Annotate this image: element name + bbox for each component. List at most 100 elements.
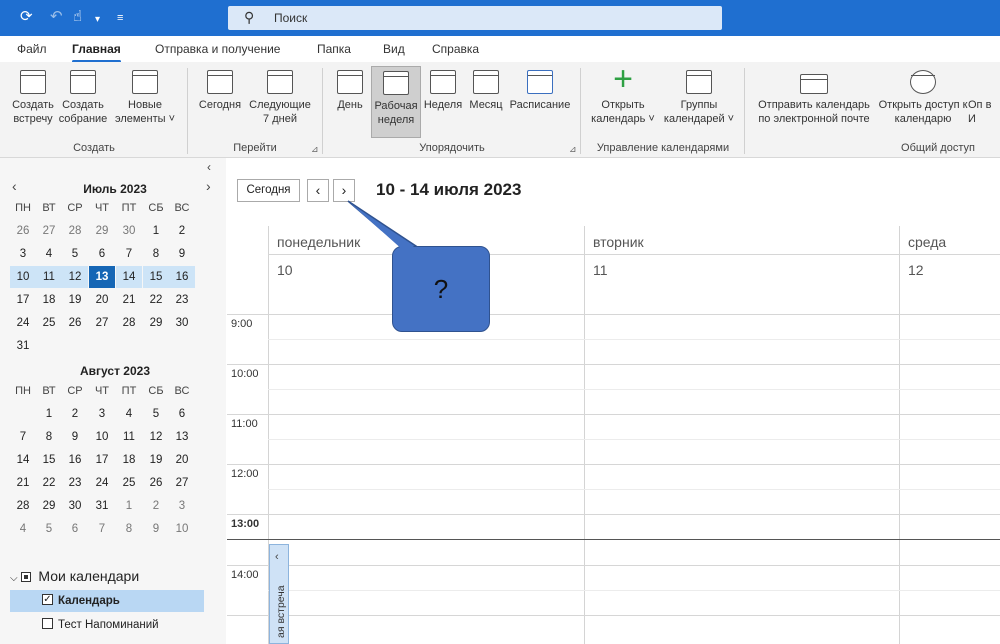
previous-week-button[interactable]: ‹ <box>307 179 329 202</box>
new-meeting-button[interactable]: Создать собрание <box>58 66 108 138</box>
calendar-date-cell[interactable]: 29 <box>89 220 115 242</box>
day-header-tuesday[interactable]: вторник 11 <box>584 226 899 314</box>
checkbox-icon[interactable] <box>42 618 53 630</box>
calendar-date-cell[interactable]: 25 <box>36 312 62 334</box>
tab-view[interactable]: Вид <box>383 42 405 56</box>
calendar-date-cell[interactable]: 30 <box>169 312 195 334</box>
calendar-date-cell[interactable]: 9 <box>143 518 169 540</box>
calendar-date-cell[interactable]: 31 <box>10 335 36 357</box>
calendar-date-cell[interactable]: 10 <box>10 266 36 288</box>
calendar-date-cell[interactable]: 23 <box>169 289 195 311</box>
dialog-launcher-icon[interactable]: ⊿ <box>311 144 319 155</box>
calendar-date-cell[interactable]: 29 <box>36 495 62 517</box>
calendar-date-cell[interactable]: 16 <box>62 449 88 471</box>
tab-help[interactable]: Справка <box>432 42 479 56</box>
customize-toolbar-icon[interactable]: ≡ <box>117 9 123 27</box>
view-day-button[interactable]: День <box>332 66 368 138</box>
calendar-date-cell[interactable]: 2 <box>62 403 88 425</box>
prev-month-icon[interactable]: ‹ <box>12 178 17 194</box>
calendar-date-cell[interactable]: 15 <box>143 266 169 288</box>
calendar-date-cell[interactable]: 3 <box>169 495 195 517</box>
calendar-date-cell[interactable]: 2 <box>169 220 195 242</box>
next-week-button[interactable]: › <box>333 179 355 202</box>
calendar-date-cell[interactable]: 19 <box>143 449 169 471</box>
calendar-date-cell[interactable]: 6 <box>89 243 115 265</box>
calendar-date-cell[interactable]: 11 <box>116 426 142 448</box>
publish-online-button[interactable]: Оп в И <box>968 66 998 138</box>
calendar-date-cell[interactable]: 6 <box>169 403 195 425</box>
checkbox-checked-icon[interactable]: ✓ <box>42 594 53 606</box>
tab-send-receive[interactable]: Отправка и получение <box>155 42 280 56</box>
calendar-date-cell[interactable]: 1 <box>143 220 169 242</box>
calendar-date-cell[interactable]: 28 <box>116 312 142 334</box>
calendar-date-cell[interactable]: 17 <box>10 289 36 311</box>
calendar-date-cell[interactable]: 26 <box>10 220 36 242</box>
calendar-date-cell[interactable]: 28 <box>62 220 88 242</box>
view-month-button[interactable]: Месяц <box>465 66 507 138</box>
chevron-down-icon[interactable]: ▾ <box>95 11 100 29</box>
calendar-date-cell[interactable]: 16 <box>169 266 195 288</box>
previous-appointment-tab[interactable]: ‹ ая встреча <box>269 544 289 644</box>
collapse-pane-icon[interactable]: ‹ <box>207 160 211 174</box>
calendar-date-cell[interactable]: 2 <box>143 495 169 517</box>
sync-icon[interactable]: ⟳ <box>20 8 33 26</box>
calendar-date-cell[interactable]: 18 <box>36 289 62 311</box>
calendar-date-cell[interactable]: 8 <box>143 243 169 265</box>
calendar-date-cell[interactable]: 30 <box>116 220 142 242</box>
touch-mode-icon[interactable]: ☝ <box>73 8 82 26</box>
calendar-date-cell[interactable]: 20 <box>89 289 115 311</box>
calendar-date-cell[interactable]: 23 <box>62 472 88 494</box>
search-input[interactable]: ⚲ Поиск <box>228 6 722 30</box>
calendar-date-cell[interactable]: 22 <box>143 289 169 311</box>
calendar-date-cell[interactable]: 3 <box>10 243 36 265</box>
calendar-date-cell[interactable]: 22 <box>36 472 62 494</box>
email-calendar-button[interactable]: Отправить календарь по электронной почте <box>752 66 876 138</box>
calendar-date-cell[interactable]: 9 <box>169 243 195 265</box>
calendar-date-cell[interactable]: 1 <box>36 403 62 425</box>
next-7-days-button[interactable]: Следующие 7 дней <box>246 66 314 138</box>
share-calendar-button[interactable]: Открыть доступ к календарю <box>878 66 968 138</box>
undo-icon[interactable]: ↶ <box>50 8 63 26</box>
view-schedule-button[interactable]: Расписание <box>507 66 573 138</box>
calendar-date-cell[interactable]: 8 <box>36 426 62 448</box>
calendar-date-cell[interactable]: 19 <box>62 289 88 311</box>
view-week-button[interactable]: Неделя <box>422 66 464 138</box>
calendar-date-cell[interactable]: 11 <box>36 266 62 288</box>
calendar-date-cell[interactable]: 29 <box>143 312 169 334</box>
calendar-date-cell[interactable]: 18 <box>116 449 142 471</box>
calendar-date-cell[interactable]: 31 <box>89 495 115 517</box>
calendar-date-cell[interactable]: 21 <box>10 472 36 494</box>
calendar-date-cell[interactable]: 1 <box>116 495 142 517</box>
calendar-date-cell[interactable]: 4 <box>36 243 62 265</box>
my-calendars-header[interactable]: ⌵ Мои календари <box>10 568 139 584</box>
calendar-date-cell[interactable]: 4 <box>10 518 36 540</box>
calendar-date-cell[interactable]: 5 <box>36 518 62 540</box>
calendar-date-cell[interactable]: 24 <box>10 312 36 334</box>
tab-home[interactable]: Главная <box>72 42 121 63</box>
calendar-groups-button[interactable]: Группы календарей ˅ <box>662 66 736 138</box>
calendar-date-cell[interactable]: 26 <box>62 312 88 334</box>
calendar-date-cell[interactable]: 15 <box>36 449 62 471</box>
next-month-icon[interactable]: › <box>206 178 211 194</box>
tab-file[interactable]: Файл <box>17 42 47 56</box>
dialog-launcher-icon[interactable]: ⊿ <box>569 144 577 155</box>
calendar-date-cell[interactable]: 7 <box>116 243 142 265</box>
calendar-date-cell[interactable]: 7 <box>10 426 36 448</box>
go-today-button[interactable]: Сегодня <box>196 66 244 138</box>
calendar-date-cell[interactable]: 12 <box>62 266 88 288</box>
calendar-date-cell[interactable]: 28 <box>10 495 36 517</box>
calendar-date-cell[interactable]: 5 <box>62 243 88 265</box>
calendar-date-cell[interactable]: 4 <box>116 403 142 425</box>
calendar-date-cell[interactable]: 24 <box>89 472 115 494</box>
calendar-date-cell[interactable]: 10 <box>89 426 115 448</box>
calendar-date-cell[interactable]: 26 <box>143 472 169 494</box>
calendar-date-cell[interactable]: 14 <box>116 266 142 288</box>
calendar-date-cell[interactable]: 3 <box>89 403 115 425</box>
calendar-date-cell[interactable]: 13 <box>89 266 115 288</box>
calendar-date-cell[interactable]: 8 <box>116 518 142 540</box>
new-items-button[interactable]: Новые элементы ˅ <box>110 66 180 138</box>
calendar-date-cell[interactable]: 13 <box>169 426 195 448</box>
calendar-date-cell[interactable]: 5 <box>143 403 169 425</box>
calendar-date-cell[interactable]: 30 <box>62 495 88 517</box>
calendar-date-cell[interactable]: 25 <box>116 472 142 494</box>
